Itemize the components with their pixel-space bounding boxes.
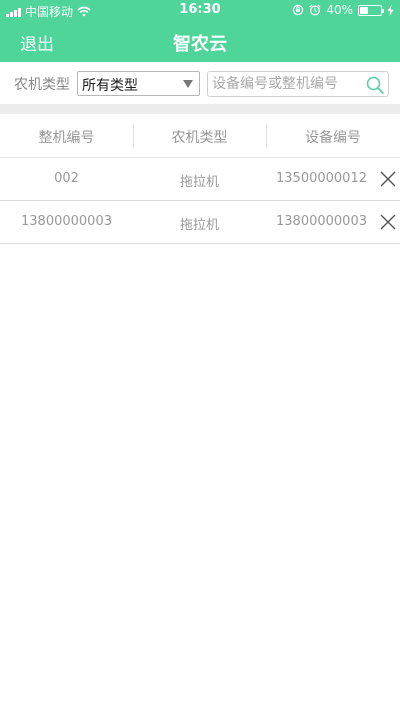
device-no-cell: 13500000012 bbox=[276, 171, 367, 186]
search-input[interactable] bbox=[212, 75, 362, 93]
page-title: 智农云 bbox=[173, 34, 227, 55]
machine-type-select[interactable]: 所有类型 bbox=[77, 71, 200, 96]
device-no-cell: 13800000003 bbox=[276, 214, 367, 229]
machine-type-cell: 拖拉机 bbox=[179, 175, 219, 190]
table-row[interactable]: 13800000003 拖拉机 13800000003 bbox=[0, 201, 400, 244]
header-machine-no: 整机编号 bbox=[38, 130, 95, 146]
nav-bar: 退出 智农云 bbox=[0, 20, 400, 62]
machine-type-cell: 拖拉机 bbox=[179, 218, 219, 233]
status-bar: 中国移动 16:30 40% bbox=[0, 0, 400, 20]
machine-type-label: 农机类型 bbox=[14, 77, 70, 93]
section-divider bbox=[0, 104, 400, 114]
header-machine-type: 农机类型 bbox=[171, 130, 228, 146]
app-header: 中国移动 16:30 40% 退出 智农云 bbox=[0, 0, 400, 62]
battery-level bbox=[360, 6, 368, 14]
search-box bbox=[207, 71, 389, 97]
table-header: 整机编号 农机类型 设备编号 bbox=[0, 114, 400, 158]
caret-down-icon bbox=[183, 80, 193, 88]
charging-icon bbox=[387, 4, 394, 16]
delete-icon[interactable] bbox=[378, 169, 398, 189]
battery-icon bbox=[358, 4, 384, 16]
battery-percent: 40% bbox=[326, 3, 353, 17]
search-icon[interactable] bbox=[365, 75, 385, 95]
machine-no-cell: 13800000003 bbox=[21, 214, 112, 229]
machine-no-cell: 002 bbox=[54, 171, 79, 186]
delete-icon[interactable] bbox=[378, 212, 398, 232]
rotation-lock-icon bbox=[293, 4, 304, 16]
machine-type-selected: 所有类型 bbox=[82, 78, 138, 94]
alarm-icon bbox=[309, 4, 321, 16]
filter-bar: 农机类型 所有类型 bbox=[0, 62, 400, 104]
table-row[interactable]: 002 拖拉机 13500000012 bbox=[0, 158, 400, 201]
header-device-no: 设备编号 bbox=[305, 130, 361, 146]
status-right: 40% bbox=[292, 3, 394, 17]
